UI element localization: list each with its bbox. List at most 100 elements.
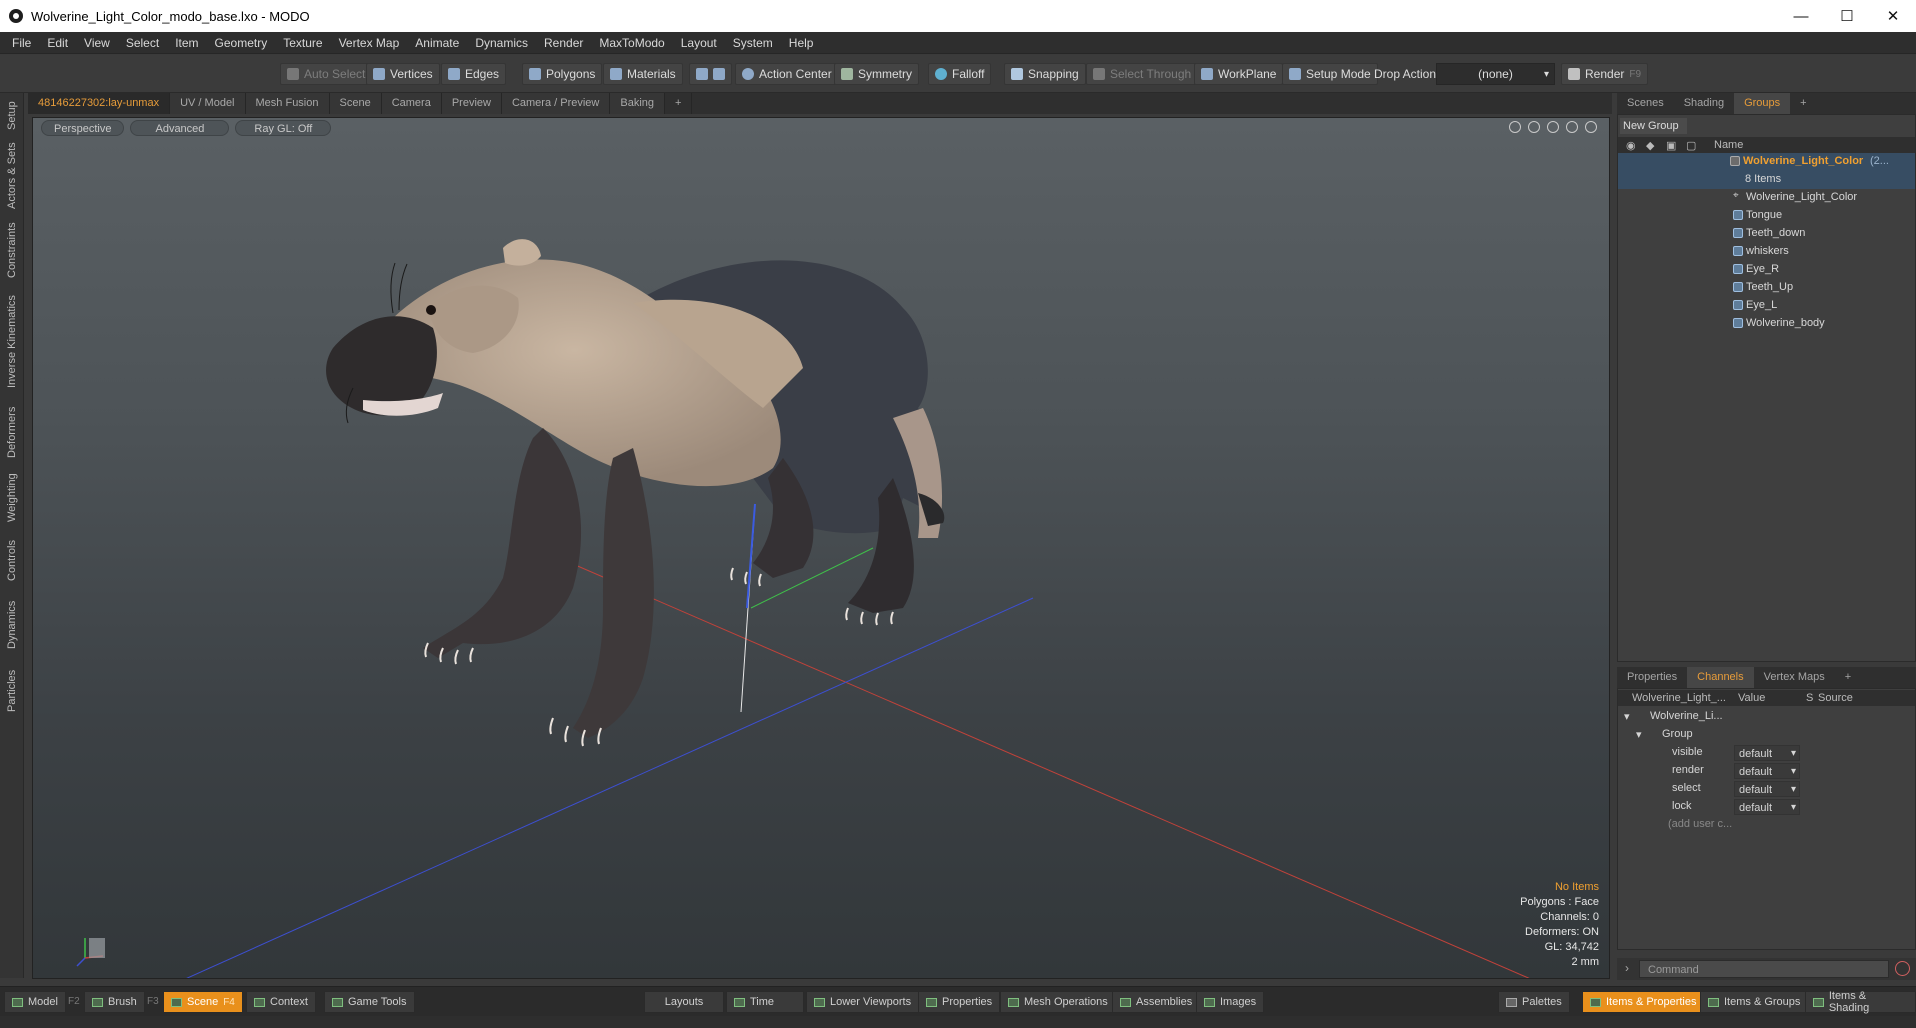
shading-mode-button[interactable]: Advanced — [130, 120, 230, 136]
viewport-settings-icon[interactable] — [1585, 121, 1597, 133]
snapping-button[interactable]: Snapping — [1004, 63, 1086, 85]
source-column-header[interactable]: Source — [1818, 692, 1853, 704]
tab-uv-model[interactable]: UV / Model — [170, 93, 246, 114]
channel-value-select[interactable]: default — [1734, 781, 1800, 798]
view-mode-button[interactable]: Perspective — [41, 120, 125, 136]
tab-groups[interactable]: Groups — [1734, 93, 1791, 114]
list-item[interactable]: Teeth_Up — [1618, 279, 1915, 297]
menu-item[interactable]: Item — [167, 32, 206, 54]
scene-layout-button[interactable]: Scene F4 — [163, 991, 243, 1013]
tab-channels[interactable]: Channels — [1687, 667, 1754, 688]
palettes-button[interactable]: Palettes — [1498, 991, 1570, 1013]
channel-value-select[interactable]: default — [1734, 763, 1800, 780]
menu-dynamics[interactable]: Dynamics — [467, 32, 536, 54]
menu-maxtomodo[interactable]: MaxToModo — [591, 32, 672, 54]
maximize-view-icon[interactable] — [1566, 121, 1578, 133]
layouts-button[interactable]: Layouts — [644, 991, 724, 1013]
auto-select-button[interactable]: Auto Select — [280, 63, 373, 85]
materials-button[interactable]: Materials — [603, 63, 683, 85]
images-button[interactable]: Images — [1196, 991, 1265, 1013]
properties-button[interactable]: Properties — [918, 991, 1001, 1013]
action-center-button[interactable]: Action Center — [735, 63, 839, 85]
tab-shading[interactable]: Shading — [1674, 93, 1734, 114]
tab-vertex-maps[interactable]: Vertex Maps — [1754, 667, 1835, 688]
falloff-button[interactable]: Falloff — [928, 63, 992, 85]
render-toggle-icon[interactable]: ◆ — [1646, 139, 1654, 152]
record-icon[interactable] — [1895, 961, 1910, 976]
channel-value-select[interactable]: default — [1734, 745, 1800, 762]
channel-row[interactable]: select default — [1618, 780, 1915, 798]
raygl-button[interactable]: Ray GL: Off — [235, 120, 332, 136]
vtab-inverse-kinematics[interactable]: Inverse Kinematics — [3, 287, 21, 397]
vtab-controls[interactable]: Controls — [3, 533, 21, 589]
symmetry-button[interactable]: Symmetry — [834, 63, 919, 85]
3d-viewport[interactable]: Perspective Advanced Ray GL: Off No Item… — [32, 117, 1610, 979]
channel-item-row[interactable]: ▾ Wolverine_Li... — [1618, 708, 1915, 726]
close-button[interactable]: ✕ — [1870, 0, 1916, 32]
vtab-setup[interactable]: Setup — [3, 97, 21, 135]
pan-icon[interactable] — [1509, 121, 1521, 133]
add-panel-tab-button[interactable]: + — [1790, 93, 1816, 114]
list-item[interactable]: Wolverine_body — [1618, 315, 1915, 333]
item-column-header[interactable]: Wolverine_Light_... — [1632, 692, 1726, 704]
render-button[interactable]: Render F9 — [1561, 63, 1649, 85]
list-item[interactable]: whiskers — [1618, 243, 1915, 261]
menu-edit[interactable]: Edit — [39, 32, 76, 54]
polygons-button[interactable]: Polygons — [522, 63, 603, 85]
vtab-deformers[interactable]: Deformers — [3, 401, 21, 463]
value-column-header[interactable]: Value — [1738, 692, 1765, 704]
tab-camera[interactable]: Camera — [381, 93, 442, 114]
menu-render[interactable]: Render — [536, 32, 591, 54]
menu-geometry[interactable]: Geometry — [207, 32, 276, 54]
tab-scene[interactable]: Scene — [329, 93, 382, 114]
mesh-operations-button[interactable]: Mesh Operations — [1000, 991, 1116, 1013]
vtab-dynamics[interactable]: Dynamics — [3, 593, 21, 657]
brush-layout-button[interactable]: Brush — [84, 991, 145, 1013]
assemblies-button[interactable]: Assemblies — [1112, 991, 1201, 1013]
command-input[interactable]: Command — [1639, 960, 1889, 978]
list-item[interactable]: Tongue — [1618, 207, 1915, 225]
maximize-button[interactable]: ☐ — [1824, 0, 1870, 32]
component-mode-button[interactable] — [689, 63, 732, 85]
menu-view[interactable]: View — [76, 32, 118, 54]
menu-system[interactable]: System — [725, 32, 781, 54]
tab-scenes[interactable]: Scenes — [1617, 93, 1674, 114]
zoom-icon[interactable] — [1547, 121, 1559, 133]
vtab-weighting[interactable]: Weighting — [3, 467, 21, 529]
time-button[interactable]: Time — [726, 991, 804, 1013]
add-user-channel-row[interactable]: (add user c... — [1618, 816, 1915, 834]
name-column-header[interactable]: Name — [1714, 139, 1743, 151]
s-column-header[interactable]: S — [1806, 692, 1813, 704]
context-layout-button[interactable]: Context — [246, 991, 316, 1013]
tab-camera-preview[interactable]: Camera / Preview — [501, 93, 611, 114]
tab-layout-unmax[interactable]: 48146227302:lay-unmax — [28, 93, 171, 114]
list-item[interactable]: ⌖ Wolverine_Light_Color — [1618, 189, 1915, 207]
minimize-button[interactable]: — — [1778, 0, 1824, 32]
command-expand-icon[interactable]: › — [1625, 961, 1629, 975]
menu-select[interactable]: Select — [118, 32, 167, 54]
tab-mesh-fusion[interactable]: Mesh Fusion — [245, 93, 330, 114]
edges-button[interactable]: Edges — [441, 63, 507, 85]
model-layout-button[interactable]: Model — [4, 991, 66, 1013]
list-item[interactable]: Eye_R — [1618, 261, 1915, 279]
channel-value-select[interactable]: default — [1734, 799, 1800, 816]
lock-icon[interactable]: ▣ — [1666, 139, 1676, 152]
tab-preview[interactable]: Preview — [441, 93, 502, 114]
items-properties-button[interactable]: Items & Properties — [1582, 991, 1705, 1013]
select-toggle-icon[interactable]: ▢ — [1686, 139, 1696, 152]
items-shading-button[interactable]: Items & Shading — [1805, 990, 1916, 1014]
channel-row[interactable]: visible default — [1618, 744, 1915, 762]
channel-row[interactable]: render default — [1618, 762, 1915, 780]
menu-texture[interactable]: Texture — [275, 32, 330, 54]
add-tab-button[interactable]: + — [665, 93, 693, 114]
menu-help[interactable]: Help — [781, 32, 822, 54]
new-group-button[interactable]: New Group — [1620, 118, 1687, 134]
add-properties-tab-button[interactable]: + — [1835, 667, 1861, 688]
eye-icon[interactable]: ◉ — [1626, 139, 1636, 152]
menu-file[interactable]: File — [4, 32, 39, 54]
workplane-button[interactable]: WorkPlane — [1194, 63, 1284, 85]
vtab-particles[interactable]: Particles — [3, 661, 21, 721]
menu-animate[interactable]: Animate — [407, 32, 467, 54]
channel-row[interactable]: lock default — [1618, 798, 1915, 816]
vtab-actors-sets[interactable]: Actors & Sets — [3, 139, 21, 213]
